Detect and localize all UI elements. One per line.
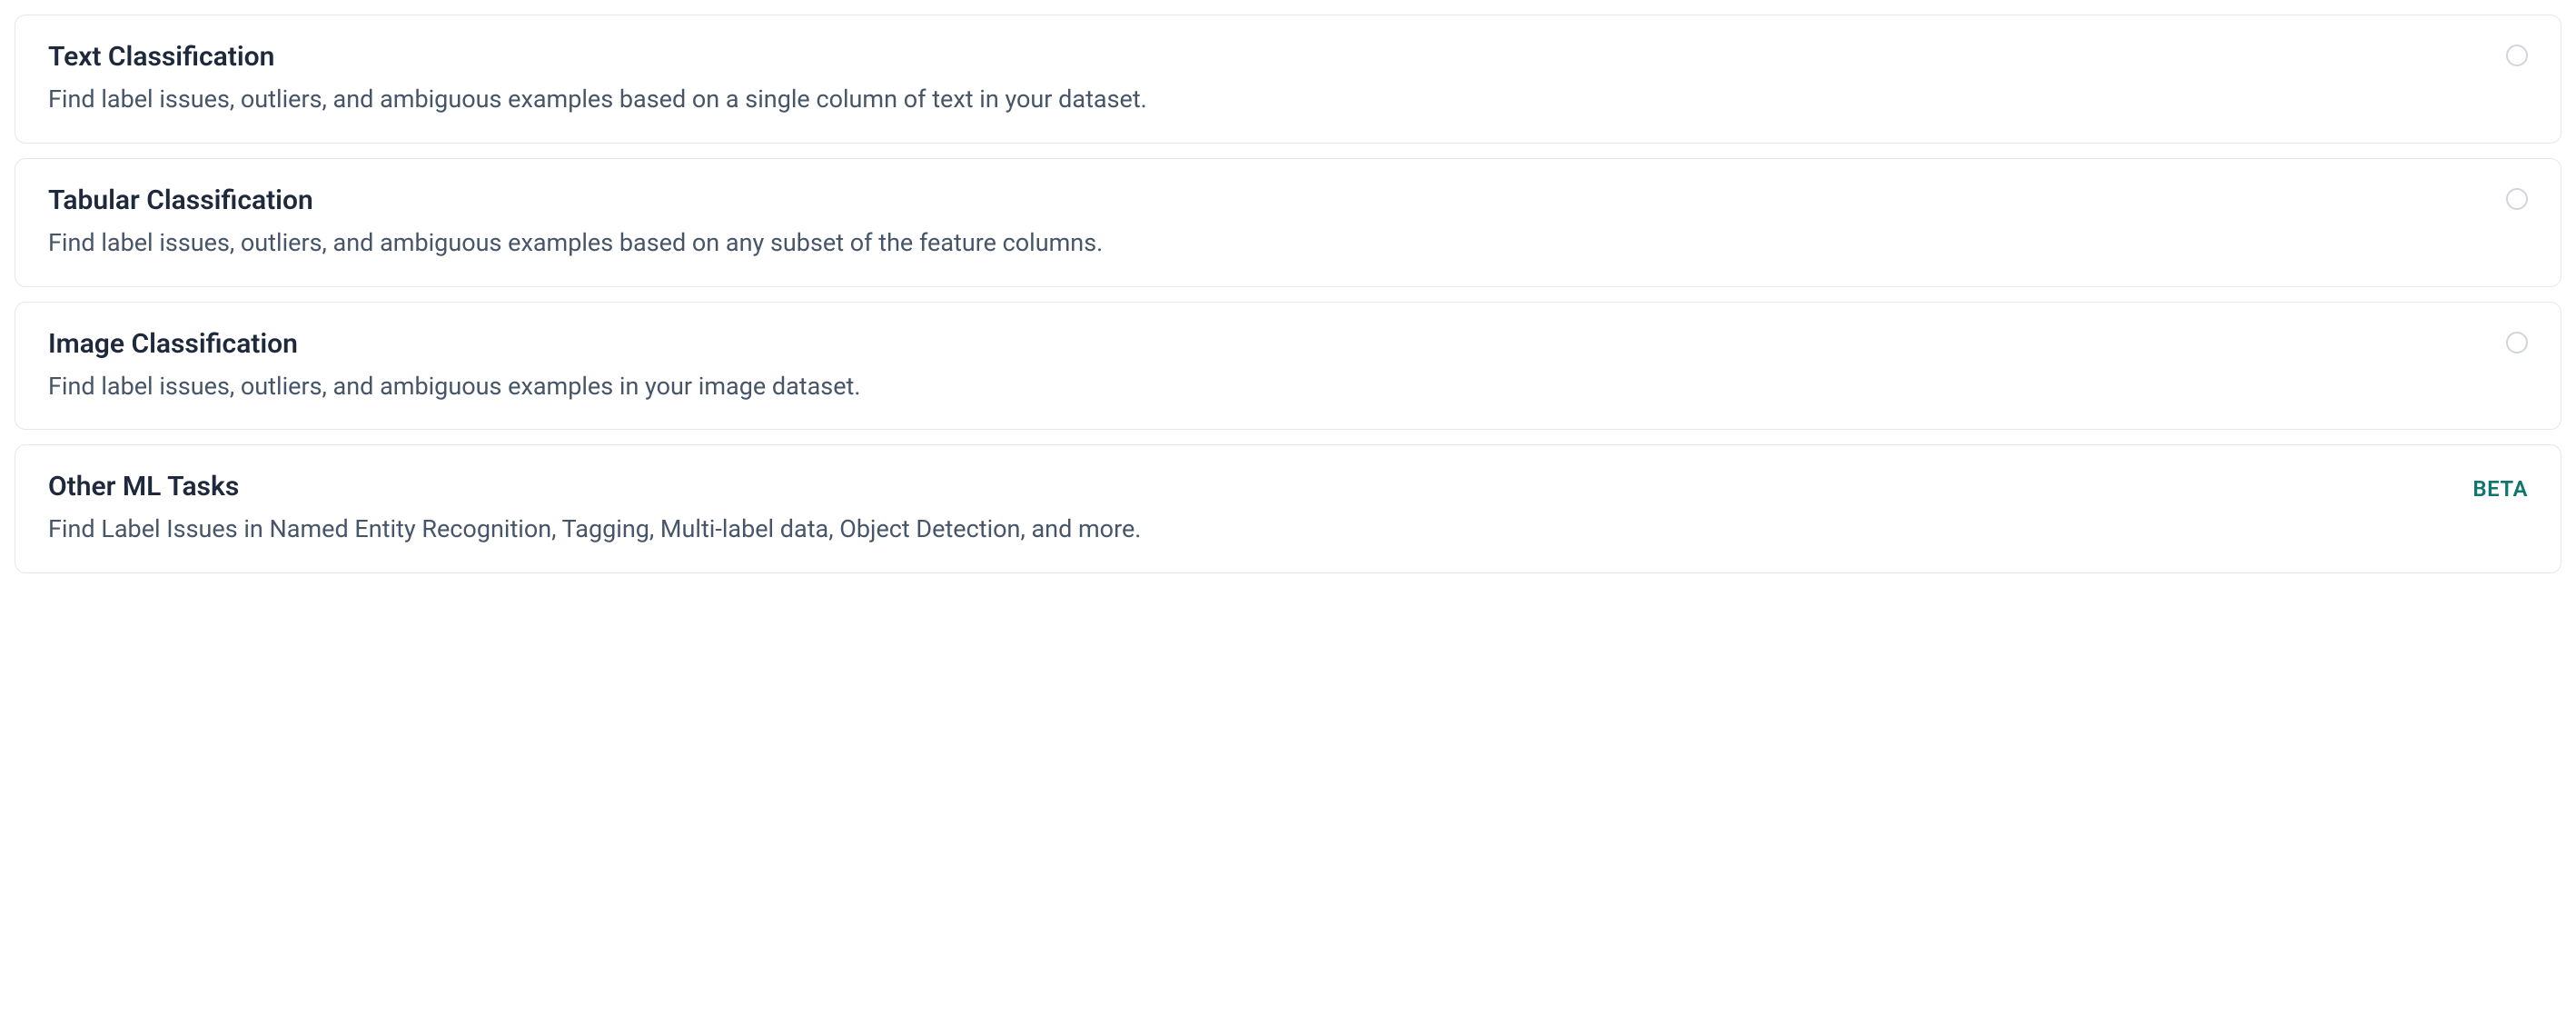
radio-icon[interactable]	[2506, 332, 2528, 353]
option-content: Other ML Tasks Find Label Issues in Name…	[48, 471, 2472, 547]
option-card-image-classification[interactable]: Image Classification Find label issues, …	[15, 302, 2561, 431]
option-title: Text Classification	[48, 41, 2484, 74]
option-description: Find label issues, outliers, and ambiguo…	[48, 370, 2484, 404]
option-description: Find label issues, outliers, and ambiguo…	[48, 226, 2484, 261]
beta-badge: BETA	[2472, 474, 2528, 502]
option-card-other-ml-tasks[interactable]: Other ML Tasks Find Label Issues in Name…	[15, 444, 2561, 573]
option-content: Text Classification Find label issues, o…	[48, 41, 2506, 117]
option-right	[2506, 184, 2528, 210]
option-card-text-classification[interactable]: Text Classification Find label issues, o…	[15, 15, 2561, 144]
option-right: BETA	[2472, 471, 2528, 502]
option-description: Find Label Issues in Named Entity Recogn…	[48, 512, 2451, 547]
option-content: Image Classification Find label issues, …	[48, 328, 2506, 404]
option-title: Other ML Tasks	[48, 471, 2451, 503]
radio-icon[interactable]	[2506, 188, 2528, 210]
radio-icon[interactable]	[2506, 45, 2528, 66]
option-list: Text Classification Find label issues, o…	[15, 15, 2561, 573]
option-right	[2506, 41, 2528, 66]
option-content: Tabular Classification Find label issues…	[48, 184, 2506, 261]
option-title: Image Classification	[48, 328, 2484, 361]
option-card-tabular-classification[interactable]: Tabular Classification Find label issues…	[15, 158, 2561, 287]
option-title: Tabular Classification	[48, 184, 2484, 217]
option-description: Find label issues, outliers, and ambiguo…	[48, 83, 2484, 117]
option-right	[2506, 328, 2528, 353]
